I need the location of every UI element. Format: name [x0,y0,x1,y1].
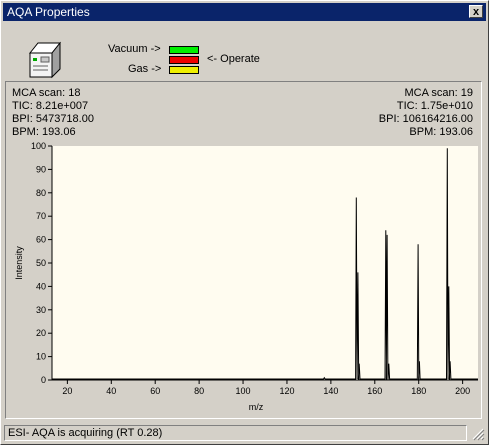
resize-grip-icon[interactable] [469,425,485,441]
y-tick-label: 40 [36,281,46,291]
operate-label: <- Operate [207,53,260,65]
x-axis: 20 40 60 80 100 120 140 160 180 200 [52,379,478,396]
spectrum-panel: MCA scan: 18 TIC: 8.21e+007 BPI: 5473718… [5,81,482,419]
y-axis-label: Intensity [14,246,24,280]
y-tick-label: 80 [36,188,46,198]
gas-label: Gas -> [128,63,162,75]
y-axis: 0 10 20 30 40 50 60 70 80 90 100 [31,141,53,385]
status-bar: ESI- AQA is acquiring (RT 0.28) [4,425,467,441]
vacuum-label: Vacuum -> [108,43,161,55]
instrument-icon [28,41,62,79]
x-tick-label: 80 [194,386,204,396]
x-tick-label: 100 [236,386,251,396]
x-tick-label: 180 [411,386,426,396]
window-title: AQA Properties [7,5,90,19]
vacuum-indicator [169,46,199,54]
y-tick-label: 70 [36,211,46,221]
x-tick-label: 120 [279,386,294,396]
x-tick-label: 40 [106,386,116,396]
y-tick-label: 90 [36,164,46,174]
y-tick-label: 50 [36,258,46,268]
x-tick-label: 140 [323,386,338,396]
y-tick-label: 0 [41,375,46,385]
x-tick-label: 200 [455,386,470,396]
y-tick-label: 30 [36,305,46,315]
y-tick-label: 10 [36,352,46,362]
y-tick-label: 60 [36,235,46,245]
operate-indicator [169,56,199,64]
x-axis-label: m/z [249,402,264,412]
x-tick-label: 160 [367,386,382,396]
close-button[interactable]: x [469,5,483,18]
status-text: ESI- AQA is acquiring (RT 0.28) [8,427,163,439]
x-tick-label: 60 [150,386,160,396]
x-tick-label: 20 [62,386,72,396]
plot-area [52,146,478,380]
mass-spectrum-chart[interactable]: 0 10 20 30 40 50 60 70 80 90 100 20 40 60 80 100 120 140… [6,82,481,418]
y-tick-label: 100 [31,141,46,151]
title-bar[interactable]: AQA Properties x [3,3,486,21]
gas-indicator [169,66,199,74]
aqa-properties-window: AQA Properties x Vacuum -> <- Operate Ga… [0,0,489,445]
y-tick-label: 20 [36,328,46,338]
